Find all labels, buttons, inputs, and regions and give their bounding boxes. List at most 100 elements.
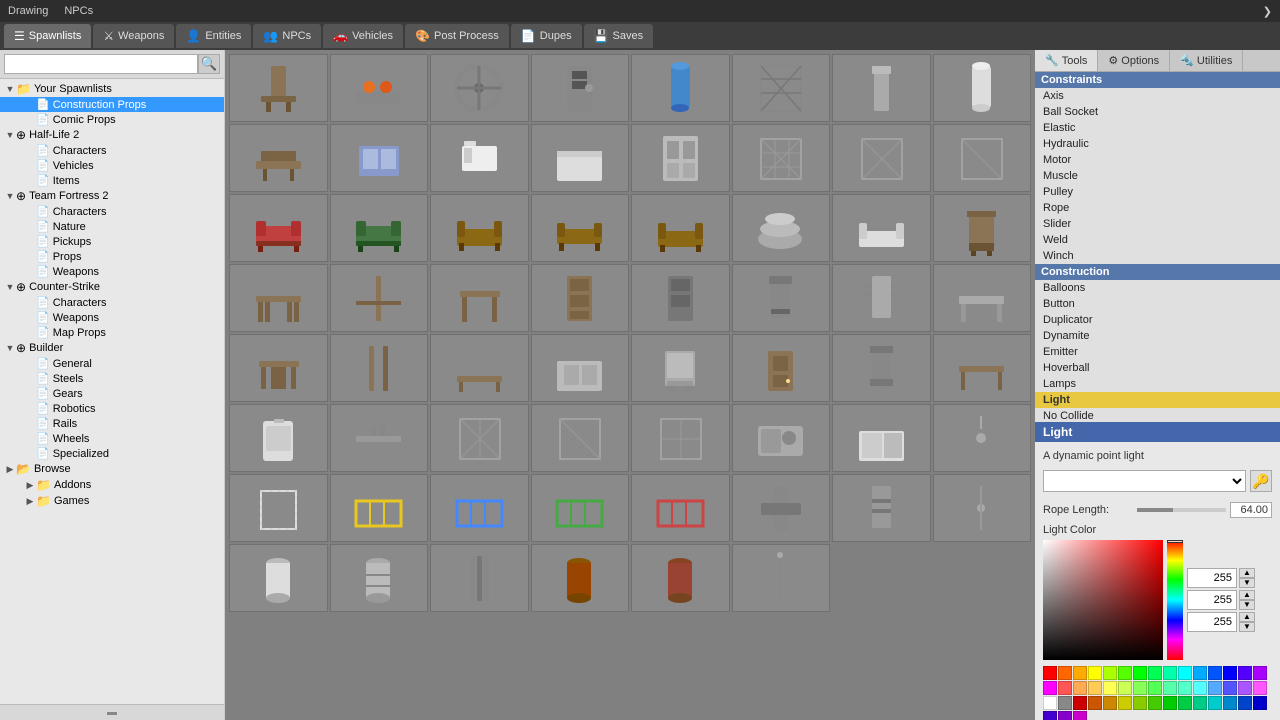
prop-item[interactable] bbox=[732, 544, 831, 612]
tree-item-tf2-nature[interactable]: 📄 Nature bbox=[0, 219, 224, 234]
prop-item[interactable] bbox=[229, 334, 328, 402]
color-swatch[interactable] bbox=[1133, 696, 1147, 710]
prop-item[interactable] bbox=[430, 474, 529, 542]
prop-item[interactable] bbox=[732, 334, 831, 402]
rgb-b-up[interactable]: ▲ bbox=[1239, 612, 1255, 622]
prop-item[interactable] bbox=[531, 404, 630, 472]
tree-item-builder-steels[interactable]: 📄 Steels bbox=[0, 371, 224, 386]
prop-item[interactable] bbox=[330, 334, 429, 402]
color-swatch[interactable] bbox=[1193, 681, 1207, 695]
prop-item[interactable] bbox=[531, 194, 630, 262]
color-swatch[interactable] bbox=[1178, 666, 1192, 680]
color-swatch[interactable] bbox=[1043, 681, 1057, 695]
prop-item[interactable] bbox=[832, 334, 931, 402]
prop-item[interactable] bbox=[229, 474, 328, 542]
color-swatch[interactable] bbox=[1193, 666, 1207, 680]
color-swatch[interactable] bbox=[1163, 696, 1177, 710]
prop-item[interactable] bbox=[631, 404, 730, 472]
tree-item-browse-games[interactable]: ▶ 📁 Games bbox=[0, 493, 224, 509]
color-swatch[interactable] bbox=[1208, 696, 1222, 710]
tree-item-builder-rails[interactable]: 📄 Rails bbox=[0, 416, 224, 431]
constraint-elastic[interactable]: Elastic bbox=[1035, 120, 1280, 136]
color-swatch[interactable] bbox=[1163, 666, 1177, 680]
prop-item[interactable] bbox=[832, 404, 931, 472]
color-swatch[interactable] bbox=[1043, 666, 1057, 680]
tab-postprocess[interactable]: 🎨 Post Process bbox=[405, 24, 509, 48]
color-swatch[interactable] bbox=[1148, 666, 1162, 680]
tab-npcs[interactable]: 👥 NPCs bbox=[253, 24, 321, 48]
color-swatch[interactable] bbox=[1088, 696, 1102, 710]
color-swatch[interactable] bbox=[1238, 666, 1252, 680]
tab-entities[interactable]: 👤 Entities bbox=[176, 24, 251, 48]
prop-item[interactable] bbox=[430, 264, 529, 332]
rgb-b-input[interactable] bbox=[1187, 612, 1237, 632]
tree-item-counter-strike[interactable]: ▼ ⊕ Counter-Strike bbox=[0, 279, 224, 295]
tree-item-builder-specialized[interactable]: 📄 Specialized bbox=[0, 446, 224, 461]
construction-nocollide[interactable]: No Collide bbox=[1035, 408, 1280, 422]
tree-item-tf2-props[interactable]: 📄 Props bbox=[0, 249, 224, 264]
prop-item[interactable] bbox=[832, 54, 931, 122]
tree-item-hl2-vehicles[interactable]: 📄 Vehicles bbox=[0, 158, 224, 173]
color-swatch[interactable] bbox=[1163, 681, 1177, 695]
prop-item[interactable] bbox=[330, 264, 429, 332]
color-swatch[interactable] bbox=[1238, 681, 1252, 695]
prop-item[interactable] bbox=[832, 194, 931, 262]
prop-item[interactable] bbox=[229, 404, 328, 472]
prop-item[interactable] bbox=[330, 54, 429, 122]
color-swatch[interactable] bbox=[1133, 666, 1147, 680]
rgb-r-down[interactable]: ▼ bbox=[1239, 578, 1255, 588]
constraint-hydraulic[interactable]: Hydraulic bbox=[1035, 136, 1280, 152]
prop-item[interactable] bbox=[330, 404, 429, 472]
color-swatch[interactable] bbox=[1118, 696, 1132, 710]
prop-item[interactable] bbox=[631, 124, 730, 192]
color-swatch[interactable] bbox=[1073, 681, 1087, 695]
constraint-winch[interactable]: Winch bbox=[1035, 248, 1280, 264]
tree-item-builder-wheels[interactable]: 📄 Wheels bbox=[0, 431, 224, 446]
tree-item-team-fortress-2[interactable]: ▼ ⊕ Team Fortress 2 bbox=[0, 188, 224, 204]
prop-item[interactable] bbox=[631, 334, 730, 402]
prop-item[interactable] bbox=[430, 194, 529, 262]
prop-item[interactable] bbox=[631, 194, 730, 262]
prop-item[interactable] bbox=[631, 544, 730, 612]
prop-item[interactable] bbox=[832, 124, 931, 192]
constraint-motor[interactable]: Motor bbox=[1035, 152, 1280, 168]
light-dropdown[interactable] bbox=[1043, 470, 1246, 492]
color-swatch[interactable] bbox=[1178, 696, 1192, 710]
prop-item[interactable] bbox=[430, 54, 529, 122]
prop-item[interactable] bbox=[933, 404, 1032, 472]
tree-item-browse-addons[interactable]: ▶ 📁 Addons bbox=[0, 477, 224, 493]
prop-item[interactable] bbox=[631, 474, 730, 542]
tree-item-tf2-pickups[interactable]: 📄 Pickups bbox=[0, 234, 224, 249]
color-swatch[interactable] bbox=[1088, 666, 1102, 680]
prop-item[interactable] bbox=[531, 54, 630, 122]
prop-item[interactable] bbox=[933, 124, 1032, 192]
menu-drawing[interactable]: Drawing bbox=[8, 5, 48, 17]
tree-item-cs-weapons[interactable]: 📄 Weapons bbox=[0, 310, 224, 325]
color-swatch[interactable] bbox=[1178, 681, 1192, 695]
prop-item[interactable] bbox=[430, 544, 529, 612]
color-swatch[interactable] bbox=[1208, 681, 1222, 695]
constraint-weld[interactable]: Weld bbox=[1035, 232, 1280, 248]
tree-item-cs-map-props[interactable]: 📄 Map Props bbox=[0, 325, 224, 340]
constraint-slider[interactable]: Slider bbox=[1035, 216, 1280, 232]
color-swatch[interactable] bbox=[1103, 696, 1117, 710]
prop-item[interactable] bbox=[832, 474, 931, 542]
tree-item-builder-gears[interactable]: 📄 Gears bbox=[0, 386, 224, 401]
construction-duplicator[interactable]: Duplicator bbox=[1035, 312, 1280, 328]
tab-saves[interactable]: 💾 Saves bbox=[584, 24, 654, 48]
search-input[interactable] bbox=[4, 54, 198, 74]
prop-item[interactable] bbox=[430, 124, 529, 192]
tab-dupes[interactable]: 📄 Dupes bbox=[511, 24, 582, 48]
rgb-r-input[interactable] bbox=[1187, 568, 1237, 588]
prop-item[interactable] bbox=[531, 544, 630, 612]
tree-item-hl2-items[interactable]: 📄 Items bbox=[0, 173, 224, 188]
prop-item[interactable] bbox=[832, 264, 931, 332]
light-key-icon[interactable]: 🔑 bbox=[1250, 470, 1272, 492]
color-swatch[interactable] bbox=[1058, 696, 1072, 710]
tab-spawnlists[interactable]: ☰ Spawnlists bbox=[4, 24, 91, 48]
rgb-g-input[interactable] bbox=[1187, 590, 1237, 610]
color-swatch[interactable] bbox=[1253, 696, 1267, 710]
tab-weapons[interactable]: ⚔ Weapons bbox=[93, 24, 174, 48]
constraint-axis[interactable]: Axis bbox=[1035, 88, 1280, 104]
tree-item-tf2-weapons[interactable]: 📄 Weapons bbox=[0, 264, 224, 279]
